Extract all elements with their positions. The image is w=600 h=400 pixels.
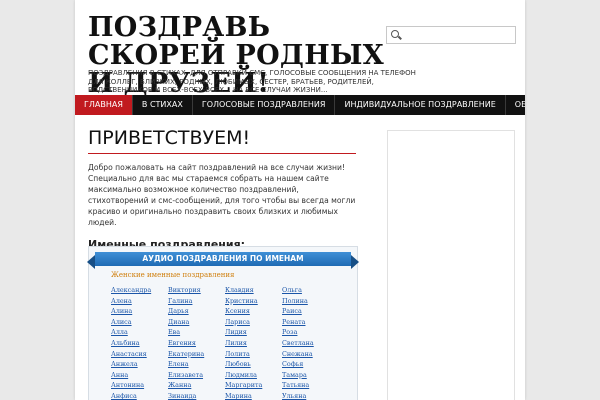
nav-item-poems[interactable]: В СТИХАХ	[133, 95, 193, 115]
name-link[interactable]: Евгения	[168, 338, 225, 349]
name-link[interactable]: Алла	[111, 327, 168, 338]
page-title: ПРИВЕТСТВУЕМ!	[88, 127, 356, 154]
name-link[interactable]: Тамара	[282, 370, 339, 381]
name-link[interactable]: Лолита	[225, 349, 282, 360]
name-link[interactable]: Лилия	[225, 338, 282, 349]
name-link[interactable]: Анжела	[111, 359, 168, 370]
nav-item-home[interactable]: ГЛАВНАЯ	[75, 95, 133, 115]
name-link[interactable]: Елизавета	[168, 370, 225, 381]
name-link[interactable]: Клавдия	[225, 285, 282, 296]
name-link[interactable]: Марина	[225, 391, 282, 400]
name-link[interactable]: Анна	[111, 370, 168, 381]
sidebar	[387, 130, 515, 400]
name-link[interactable]: Диана	[168, 317, 225, 328]
name-link[interactable]: Дарья	[168, 306, 225, 317]
nav-item-voice[interactable]: ГОЛОСОВЫЕ ПОЗДРАВЛЕНИЯ	[193, 95, 336, 115]
name-link[interactable]: Роза	[282, 327, 339, 338]
nav-item-individual[interactable]: ИНДИВИДУАЛЬНОЕ ПОЗДРАВЛЕНИЕ	[335, 95, 506, 115]
section-title: Женские именные поздравления	[111, 271, 235, 279]
name-link[interactable]: Жанна	[168, 380, 225, 391]
name-link[interactable]: Софья	[282, 359, 339, 370]
name-link[interactable]: Александра	[111, 285, 168, 296]
name-link[interactable]: Альбина	[111, 338, 168, 349]
site-description: Поздравления в стихах, для отправки смс,…	[88, 69, 416, 94]
search-box[interactable]	[386, 26, 516, 44]
name-link[interactable]: Зинаида	[168, 391, 225, 400]
name-link[interactable]: Людмила	[225, 370, 282, 381]
name-link[interactable]: Елена	[168, 359, 225, 370]
name-link[interactable]: Ульяна	[282, 391, 339, 400]
name-link[interactable]: Татьяна	[282, 380, 339, 391]
page: ПОЗДРАВЬ СКОРЕЙ РОДНЫХ И ДРУЗЕЙ! Поздрав…	[75, 0, 525, 400]
search-input[interactable]	[403, 28, 512, 42]
nav-item-feedback[interactable]: ОБРАТНАЯ СВЯЗЬ	[506, 95, 525, 115]
name-link[interactable]: Лариса	[225, 317, 282, 328]
name-link[interactable]: Светлана	[282, 338, 339, 349]
names-widget: АУДИО ПОЗДРАВЛЕНИЯ ПО ИМЕНАМ Женские име…	[87, 246, 359, 400]
name-link[interactable]: Алина	[111, 306, 168, 317]
main-nav: ГЛАВНАЯ В СТИХАХ ГОЛОСОВЫЕ ПОЗДРАВЛЕНИЯ …	[75, 95, 525, 115]
name-link[interactable]: Виктория	[168, 285, 225, 296]
names-grid: Александра Виктория Клавдия Ольга Алена Галин…	[111, 285, 339, 400]
name-link[interactable]: Снежана	[282, 349, 339, 360]
intro-text: Добро пожаловать на сайт поздравлений на…	[88, 163, 356, 227]
name-link[interactable]: Анфиса	[111, 391, 168, 400]
name-link[interactable]: Антонина	[111, 380, 168, 391]
widget-title: АУДИО ПОЗДРАВЛЕНИЯ ПО ИМЕНАМ	[87, 252, 359, 269]
name-link[interactable]: Любовь	[225, 359, 282, 370]
name-link[interactable]: Ева	[168, 327, 225, 338]
name-link[interactable]: Полина	[282, 296, 339, 307]
name-link[interactable]: Лидия	[225, 327, 282, 338]
name-link[interactable]: Алена	[111, 296, 168, 307]
name-link[interactable]: Екатерина	[168, 349, 225, 360]
name-link[interactable]: Рената	[282, 317, 339, 328]
name-link[interactable]: Маргарита	[225, 380, 282, 391]
name-link[interactable]: Алиса	[111, 317, 168, 328]
name-link[interactable]: Ольга	[282, 285, 339, 296]
search-icon	[391, 30, 399, 38]
main-content: ПРИВЕТСТВУЕМ! Добро пожаловать на сайт п…	[87, 127, 359, 400]
name-link[interactable]: Раиса	[282, 306, 339, 317]
name-link[interactable]: Кристина	[225, 296, 282, 307]
name-link[interactable]: Анастасия	[111, 349, 168, 360]
name-link[interactable]: Галина	[168, 296, 225, 307]
name-link[interactable]: Ксения	[225, 306, 282, 317]
